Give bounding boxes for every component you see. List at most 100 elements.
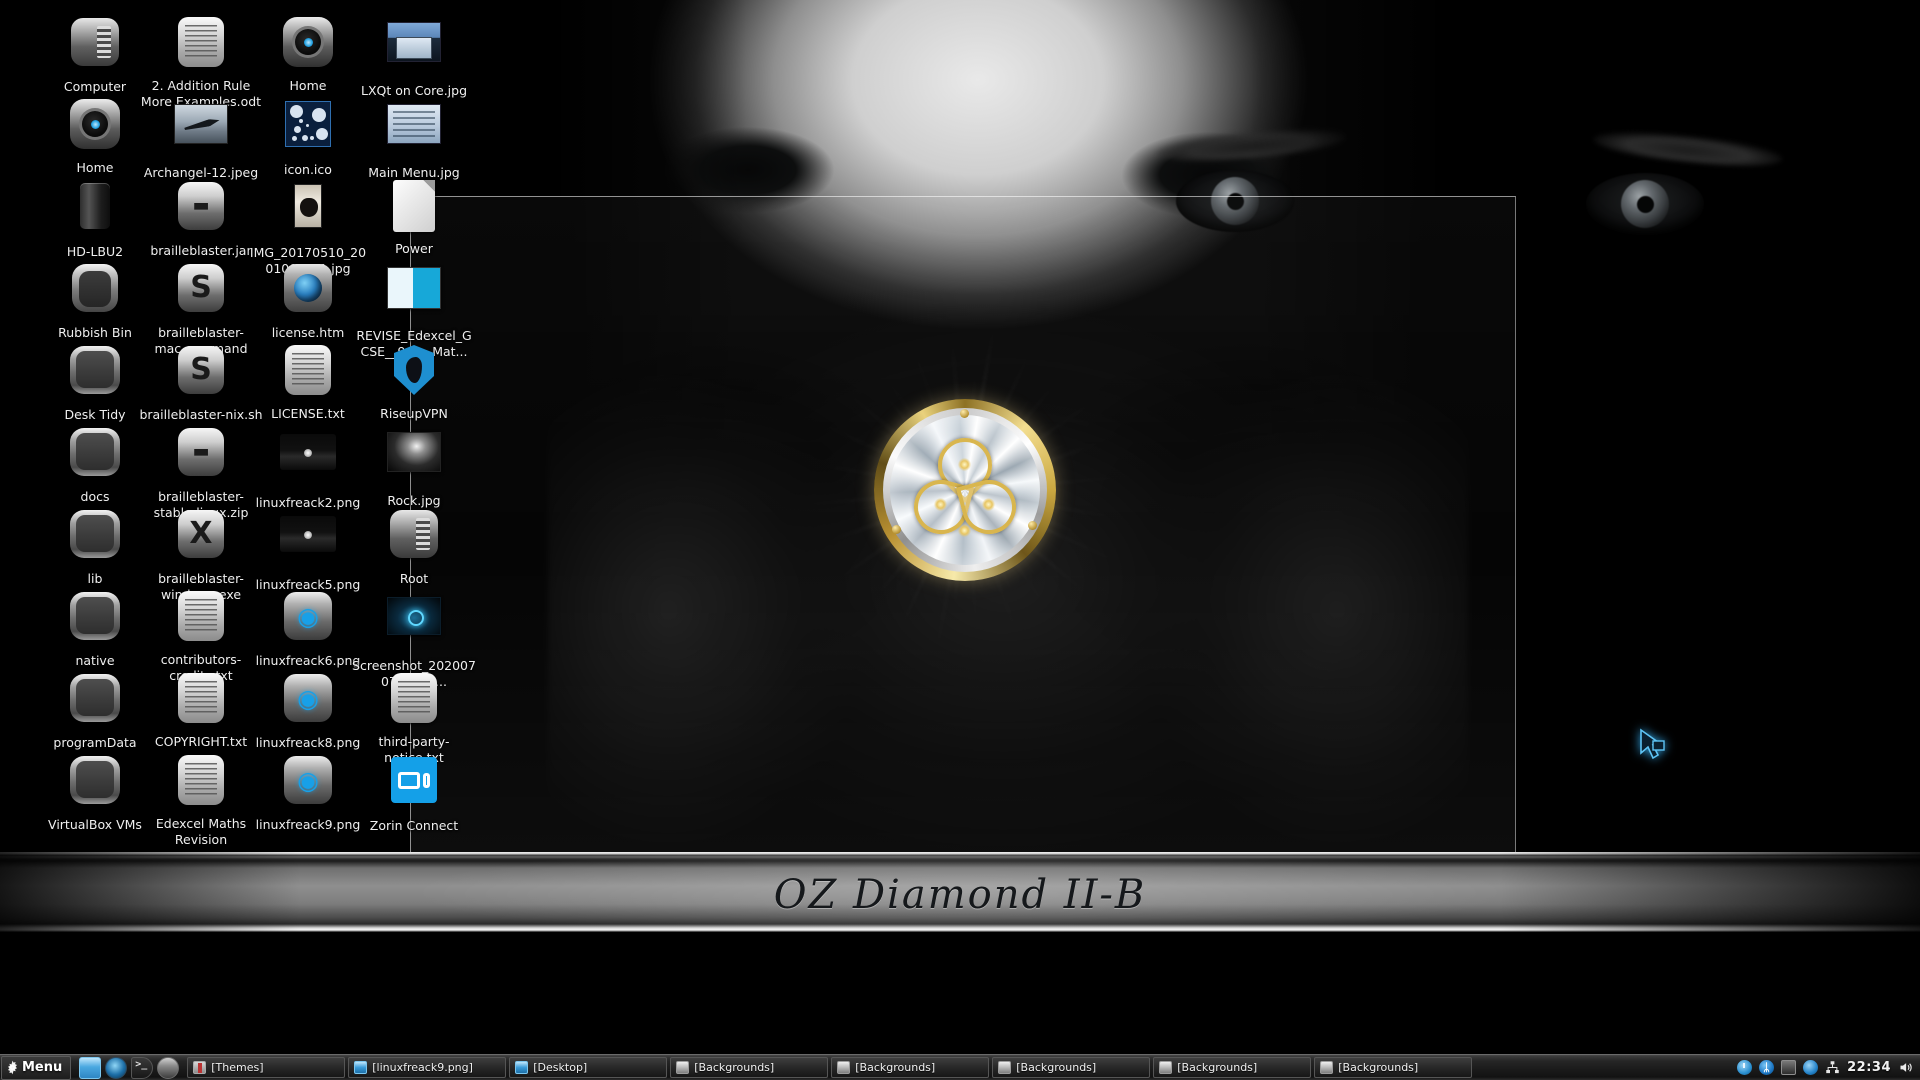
update-tray-icon[interactable] [1803, 1060, 1819, 1075]
desktop-icon-label: brailleblaster-nix.sh [139, 407, 263, 422]
gear-icon [8, 1060, 17, 1075]
doc-icon [173, 591, 229, 647]
desktop-icon-label: COPYRIGHT.txt [154, 734, 248, 749]
window-blue-icon [354, 1061, 368, 1074]
taskbar-window-list: [Themes] [linuxfreack9.png] [Desktop] [Back… [187, 1057, 1730, 1078]
desktop-icon-label: brailleblaster.jar [150, 243, 252, 258]
taskbar-window-label: [Themes] [211, 1061, 264, 1074]
window-theme-icon [193, 1061, 207, 1074]
doc-icon [173, 755, 229, 811]
window-doc-icon [1159, 1061, 1173, 1074]
doc-icon [386, 673, 442, 729]
bbjar-icon: ▬ [173, 182, 229, 238]
desktop-icon-label: Edexcel Maths Revision [155, 816, 247, 847]
window-doc-icon [837, 1061, 851, 1074]
bbX-icon: X [173, 510, 229, 566]
clock-tray-icon[interactable] [1737, 1060, 1753, 1075]
browser-launcher[interactable] [105, 1056, 128, 1079]
lf-icon [280, 434, 336, 490]
bbS-icon: S [173, 264, 229, 320]
desktop-icon[interactable]: Power [352, 178, 476, 257]
terminal-launcher[interactable] [131, 1056, 154, 1079]
desktop-icon[interactable]: Archangel-12.jpeg [139, 96, 263, 181]
folder-icon [67, 674, 123, 730]
lfb-icon: ◉ [280, 674, 336, 730]
network-tray-icon[interactable] [1825, 1060, 1840, 1075]
zorin-icon [386, 757, 442, 813]
taskbar-window-label: [Backgrounds] [855, 1061, 936, 1074]
taskbar-launchers [77, 1056, 181, 1079]
taskbar-clock[interactable]: 22:34 [1847, 1060, 1891, 1075]
desktop-icon-grid: Computer 2. Addition Rule More Examples.o… [0, 0, 1920, 1046]
ico-icon [280, 101, 336, 157]
window-doc-icon [998, 1061, 1012, 1074]
folder-icon [67, 592, 123, 648]
desktop-icon[interactable]: ▬ brailleblaster.jar [139, 178, 263, 259]
folder-icon [67, 756, 123, 812]
comp-icon [67, 18, 123, 74]
taskbar-window-label: [Backgrounds] [1338, 1061, 1419, 1074]
taskbar-window-button[interactable]: [Desktop] [509, 1057, 668, 1078]
desktop-icon[interactable]: Sbrailleblaster-nix.sh [139, 342, 263, 423]
desktop-icon[interactable]: contributors-credits.txt [139, 588, 263, 683]
shield-icon [386, 345, 442, 401]
desktop-icon-label: Root [399, 571, 429, 586]
comp-icon [386, 510, 442, 566]
display-tray-icon[interactable] [1781, 1060, 1797, 1075]
bluetooth-tray-icon[interactable]: ᛦ [1759, 1060, 1775, 1075]
desktop-icon-label: RiseupVPN [380, 406, 448, 421]
menu-icon [386, 104, 442, 160]
window-doc-icon [676, 1061, 690, 1074]
start-menu-button[interactable]: Menu [1, 1055, 72, 1080]
taskbar-window-button[interactable]: [Backgrounds] [992, 1057, 1151, 1078]
home-icon [280, 17, 336, 73]
desktop-icon[interactable]: Rock.jpg [352, 424, 476, 509]
taskbar-window-button[interactable]: [Backgrounds] [831, 1057, 990, 1078]
taskbar-window-label: [Backgrounds] [1016, 1061, 1097, 1074]
taskbar-window-button[interactable]: [Themes] [187, 1057, 346, 1078]
window-doc-icon [1320, 1061, 1334, 1074]
desktop-icon[interactable]: RiseupVPN [352, 342, 476, 422]
desktop-icon[interactable]: 2. Addition Rule More Examples.odt [139, 14, 263, 109]
taskbar: Menu [Themes] [linuxfreack9.png] [Desktop]… [0, 1054, 1920, 1080]
taskbar-window-button[interactable]: [Backgrounds] [1314, 1057, 1473, 1078]
shot-icon [386, 597, 442, 653]
bbjar-icon: ▬ [173, 428, 229, 484]
globe-icon [280, 264, 336, 320]
volume-icon[interactable] [1898, 1060, 1913, 1075]
desktop-icon[interactable]: Root [352, 506, 476, 587]
lxqt-icon [386, 22, 442, 78]
start-menu-label: Menu [22, 1060, 63, 1075]
desktop-icon[interactable]: third-party-notice.txt [352, 670, 476, 765]
desktop-icon[interactable]: Edexcel Maths Revision [139, 752, 263, 847]
desktop-icon[interactable]: Zorin Connect [352, 752, 476, 834]
hd-icon [67, 183, 123, 239]
rock-icon [386, 432, 442, 488]
lf-icon [280, 516, 336, 572]
home-icon [67, 99, 123, 155]
desktop-icon[interactable]: COPYRIGHT.txt [139, 670, 263, 750]
taskbar-window-label: [linuxfreack9.png] [372, 1061, 473, 1074]
folder-icon [67, 428, 123, 484]
bbS-icon: S [173, 346, 229, 402]
desktop-icon[interactable]: Main Menu.jpg [352, 96, 476, 181]
taskbar-window-label: [Backgrounds] [1177, 1061, 1258, 1074]
app-launcher[interactable] [157, 1056, 180, 1079]
plain-icon [386, 180, 442, 236]
folder-icon [67, 346, 123, 402]
book-icon [386, 267, 442, 323]
taskbar-window-button[interactable]: [linuxfreack9.png] [348, 1057, 507, 1078]
jet-icon [173, 104, 229, 160]
taskbar-window-button[interactable]: [Backgrounds] [670, 1057, 829, 1078]
desktop-icon[interactable]: LXQt on Core.jpg [352, 14, 476, 99]
taskbar-window-label: [Backgrounds] [694, 1061, 775, 1074]
file-manager-launcher[interactable] [79, 1056, 102, 1079]
cat-icon [280, 184, 336, 240]
doc-icon [173, 673, 229, 729]
desktop-screen: OZ Diamond II-B Computer 2. Addition Rule… [0, 0, 1920, 1080]
doc-icon [280, 345, 336, 401]
bin-icon [67, 264, 123, 320]
lfb-icon: ◉ [280, 756, 336, 812]
taskbar-window-button[interactable]: [Backgrounds] [1153, 1057, 1312, 1078]
desktop-icon-label: Power [395, 241, 433, 256]
